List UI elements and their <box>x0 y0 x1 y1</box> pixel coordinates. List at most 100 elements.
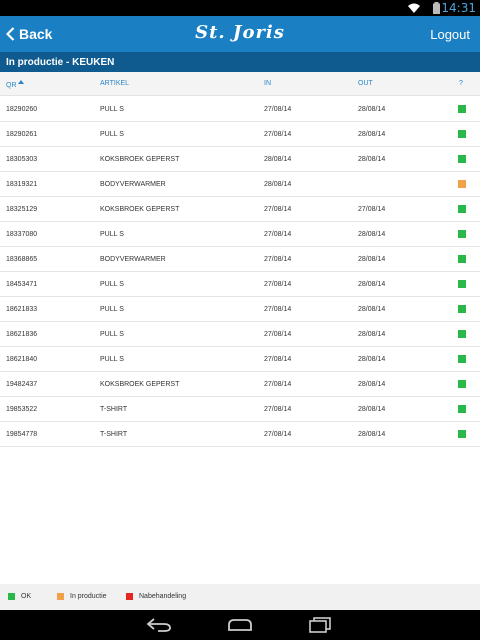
cell-artikel: KOKSBROEK GEPERST <box>100 381 180 388</box>
status-indicator <box>458 280 466 288</box>
cell-artikel: PULL S <box>100 281 124 288</box>
status-indicator <box>458 155 466 163</box>
cell-out: 28/08/14 <box>358 256 386 263</box>
status-indicator <box>458 180 466 188</box>
status-indicator <box>458 380 466 388</box>
cell-in: 27/08/14 <box>264 431 292 438</box>
table-body: 18290260 PULL S 27/08/14 28/08/14 182902… <box>0 97 480 447</box>
cell-out: 28/08/14 <box>358 231 386 238</box>
cell-in: 27/08/14 <box>264 331 292 338</box>
legend: OK In productie Nabehandeling <box>0 584 480 610</box>
cell-artikel: KOKSBROEK GEPERST <box>100 206 180 213</box>
cell-artikel: PULL S <box>100 331 124 338</box>
cell-artikel: BODYVERWARMER <box>100 181 166 188</box>
cell-out: 28/08/14 <box>358 281 386 288</box>
table-row[interactable]: 18319321 BODYVERWARMER 28/08/14 <box>0 172 480 197</box>
status-icons <box>408 2 420 14</box>
cell-in: 27/08/14 <box>264 231 292 238</box>
cell-out: 28/08/14 <box>358 381 386 388</box>
cell-out: 28/08/14 <box>358 106 386 113</box>
cell-in: 27/08/14 <box>264 106 292 113</box>
cell-artikel: T-SHIRT <box>100 406 128 413</box>
status-bar: 14:31 <box>0 0 480 16</box>
section-title: In productie - KEUKEN <box>0 52 480 72</box>
status-indicator <box>458 430 466 438</box>
legend-item-nabehandeling: Nabehandeling <box>126 593 186 600</box>
cell-in: 27/08/14 <box>264 256 292 263</box>
status-indicator <box>458 105 466 113</box>
table-row[interactable]: 18305303 KOKSBROEK GEPERST 28/08/14 28/0… <box>0 147 480 172</box>
cell-artikel: KOKSBROEK GEPERST <box>100 156 180 163</box>
cell-out: 28/08/14 <box>358 306 386 313</box>
cell-out: 28/08/14 <box>358 131 386 138</box>
table-row[interactable]: 19854778 T-SHIRT 27/08/14 28/08/14 <box>0 422 480 447</box>
cell-out: 28/08/14 <box>358 431 386 438</box>
cell-out: 28/08/14 <box>358 331 386 338</box>
legend-item-ok: OK <box>8 593 31 600</box>
cell-in: 27/08/14 <box>264 381 292 388</box>
cell-qr: 19482437 <box>6 381 38 388</box>
sort-ascending-icon <box>18 80 25 84</box>
table-row[interactable]: 18368865 BODYVERWARMER 27/08/14 28/08/14 <box>0 247 480 272</box>
cell-out: 27/08/14 <box>358 206 386 213</box>
legend-swatch-in-productie <box>57 593 64 600</box>
table-row[interactable]: 18453471 PULL S 27/08/14 28/08/14 <box>0 272 480 297</box>
legend-swatch-ok <box>8 593 15 600</box>
cell-artikel: PULL S <box>100 356 124 363</box>
cell-in: 28/08/14 <box>264 181 292 188</box>
cell-qr: 18325129 <box>6 206 38 213</box>
table-row[interactable]: 18290261 PULL S 27/08/14 28/08/14 <box>0 122 480 147</box>
table-row[interactable]: 18325129 KOKSBROEK GEPERST 27/08/14 27/0… <box>0 197 480 222</box>
legend-label-ok: OK <box>21 593 32 600</box>
cell-qr: 18621836 <box>6 331 38 338</box>
recent-apps-icon[interactable] <box>308 617 332 633</box>
table-row[interactable]: 19482437 KOKSBROEK GEPERST 27/08/14 28/0… <box>0 372 480 397</box>
column-header-in[interactable]: IN <box>264 80 271 87</box>
cell-qr: 19854778 <box>6 431 38 438</box>
legend-item-in-productie: In productie <box>57 593 107 600</box>
cell-qr: 18337080 <box>6 231 38 238</box>
status-indicator <box>458 230 466 238</box>
legend-label-in-productie: In productie <box>70 593 107 600</box>
legend-label-nabehandeling: Nabehandeling <box>139 593 187 600</box>
table-row[interactable]: 18337080 PULL S 27/08/14 28/08/14 <box>0 222 480 247</box>
cell-in: 27/08/14 <box>264 131 292 138</box>
cell-qr: 18621833 <box>6 306 38 313</box>
status-indicator <box>458 305 466 313</box>
cell-artikel: PULL S <box>100 106 124 113</box>
cell-artikel: PULL S <box>100 306 124 313</box>
battery-icon <box>433 2 440 14</box>
column-header-artikel[interactable]: ARTIKEL <box>100 80 129 87</box>
status-indicator <box>458 255 466 263</box>
table-row[interactable]: 18621840 PULL S 27/08/14 28/08/14 <box>0 347 480 372</box>
cell-qr: 18453471 <box>6 281 38 288</box>
cell-qr: 18319321 <box>6 181 38 188</box>
table-row[interactable]: 19853522 T-SHIRT 27/08/14 28/08/14 <box>0 397 480 422</box>
column-header-out[interactable]: OUT <box>358 80 373 87</box>
column-header-status[interactable]: ? <box>459 80 463 87</box>
table-row[interactable]: 18290260 PULL S 27/08/14 28/08/14 <box>0 97 480 122</box>
cell-in: 28/08/14 <box>264 156 292 163</box>
home-icon[interactable] <box>227 617 253 633</box>
column-header-qr[interactable]: QR <box>6 80 25 89</box>
table-row[interactable]: 18621836 PULL S 27/08/14 28/08/14 <box>0 322 480 347</box>
status-indicator <box>458 405 466 413</box>
status-time: 14:31 <box>441 1 476 15</box>
back-arrow-icon[interactable] <box>146 617 172 633</box>
section-title-label: In productie - KEUKEN <box>6 56 115 68</box>
status-indicator <box>458 355 466 363</box>
table-row[interactable]: 18621833 PULL S 27/08/14 28/08/14 <box>0 297 480 322</box>
cell-in: 27/08/14 <box>264 281 292 288</box>
app-header: Back St. Joris Logout <box>0 16 480 52</box>
logout-button[interactable]: Logout <box>430 16 470 52</box>
cell-in: 27/08/14 <box>264 306 292 313</box>
cell-in: 27/08/14 <box>264 206 292 213</box>
wifi-icon <box>408 3 420 13</box>
cell-qr: 18368865 <box>6 256 38 263</box>
cell-qr: 18290261 <box>6 131 38 138</box>
cell-qr: 18305303 <box>6 156 38 163</box>
cell-in: 27/08/14 <box>264 356 292 363</box>
cell-out: 28/08/14 <box>358 406 386 413</box>
cell-artikel: T-SHIRT <box>100 431 128 438</box>
cell-qr: 18621840 <box>6 356 38 363</box>
